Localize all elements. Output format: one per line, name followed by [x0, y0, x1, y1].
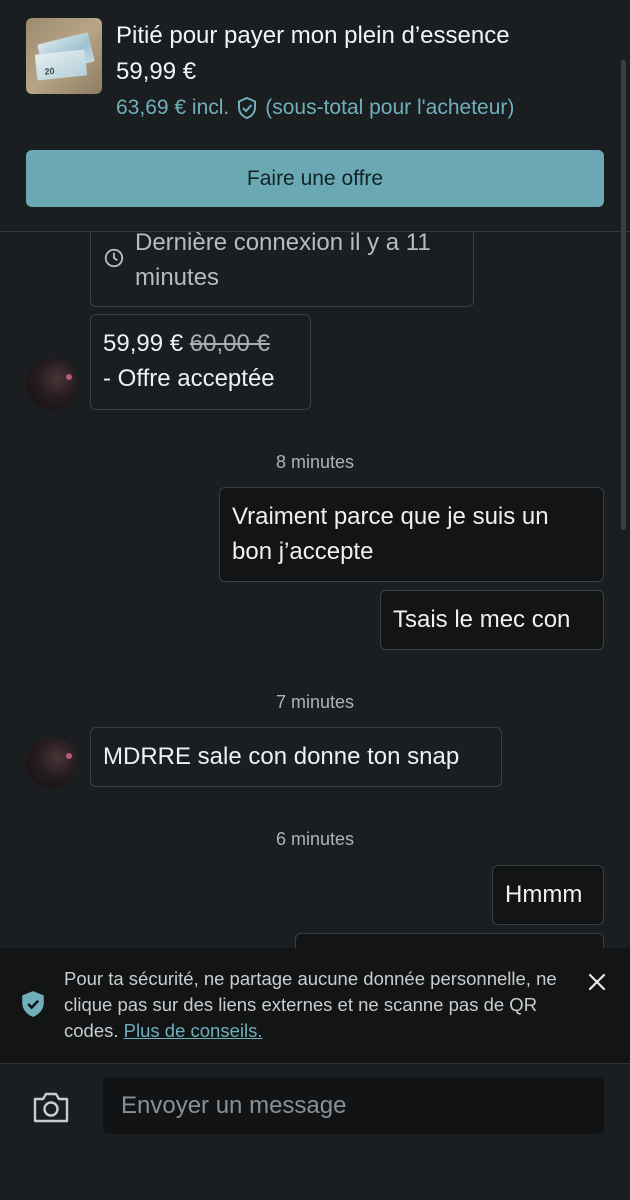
shield-check-icon [238, 96, 257, 120]
chat-thread[interactable]: Dernière connexion il y a 11 minutes 59,… [0, 232, 630, 948]
incl-price: 63,69 € incl. [116, 96, 230, 119]
safety-banner: Pour ta sécurité, ne partage aucune donn… [0, 948, 630, 1063]
clock-icon [104, 248, 124, 268]
banknote-value: 20 [44, 65, 56, 77]
incl-note: (sous-total pour l'acheteur) [265, 96, 515, 119]
scrollbar[interactable] [621, 60, 626, 530]
message-outgoing[interactable]: Vraiment parce que je suis un bon j’acce… [219, 487, 604, 582]
message-outgoing-partial[interactable] [295, 933, 604, 948]
message-composer [0, 1063, 630, 1200]
close-icon[interactable] [585, 970, 609, 994]
timestamp: 6 minutes [275, 829, 355, 849]
item-title[interactable]: Pitié pour payer mon plein d’essence [116, 22, 510, 50]
offer-status: - Offre acceptée [103, 365, 275, 392]
message-incoming[interactable]: MDRRE sale con donne ton snap [90, 727, 502, 787]
avatar[interactable] [26, 737, 78, 789]
offer-message[interactable]: 59,99 € 60,00 € - Offre acceptée [90, 314, 311, 410]
offer-old-price: 60,00 € [189, 330, 270, 357]
safety-text: Pour ta sécurité, ne partage aucune donn… [64, 966, 584, 1044]
last-seen-status: Dernière connexion il y a 11 minutes [90, 232, 474, 307]
message-input[interactable] [103, 1077, 604, 1134]
avatar[interactable] [26, 358, 78, 410]
banknote-image: 20 [34, 49, 88, 81]
message-outgoing[interactable]: Hmmm [492, 865, 604, 925]
last-seen-text: Dernière connexion il y a 11 minutes [135, 232, 431, 291]
buyer-price-row[interactable]: 63,69 € incl. (sous-total pour l'acheteu… [116, 96, 514, 120]
offer-new-price: 59,99 € [103, 330, 184, 357]
item-header: 20 Pitié pour payer mon plein d’essence … [0, 0, 630, 232]
item-price: 59,99 € [116, 58, 197, 85]
make-offer-button[interactable]: Faire une offre [26, 150, 604, 207]
message-outgoing[interactable]: Tsais le mec con [380, 590, 604, 650]
item-thumbnail[interactable]: 20 [26, 18, 102, 94]
timestamp: 7 minutes [275, 692, 355, 712]
more-tips-link[interactable]: Plus de conseils. [124, 1020, 263, 1041]
shield-check-icon [22, 991, 44, 1017]
camera-icon[interactable] [32, 1090, 70, 1124]
timestamp: 8 minutes [275, 452, 355, 472]
